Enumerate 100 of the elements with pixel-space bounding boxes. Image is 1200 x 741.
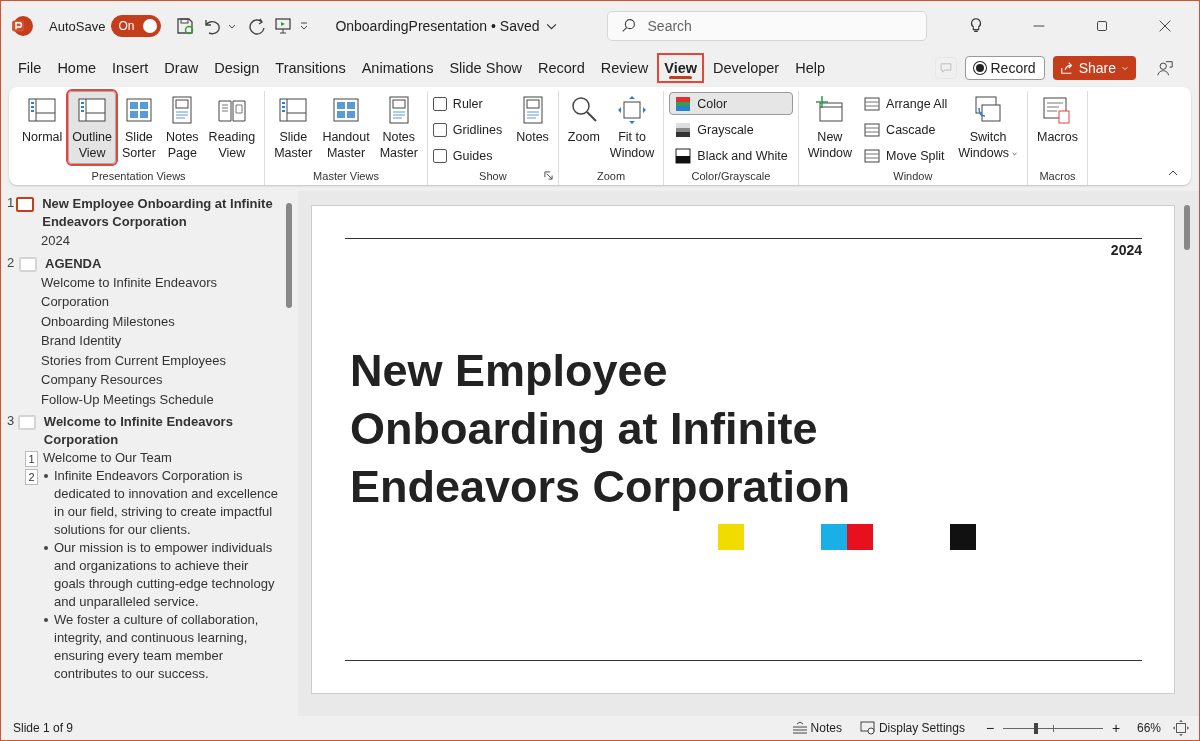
fit-slide-icon[interactable] bbox=[1173, 720, 1189, 736]
outline-bullet-text[interactable]: Our mission is to empower individuals and organizations to achieve their goals through cutting-edge technology and unparalleled service. bbox=[54, 539, 280, 611]
ribbon-large-button[interactable]: Outline View bbox=[68, 91, 116, 164]
zoom-level[interactable]: 66% bbox=[1136, 721, 1161, 735]
zoom-in-button[interactable]: + bbox=[1108, 720, 1123, 736]
outline-slide-title[interactable]: AGENDA bbox=[45, 254, 102, 273]
group-label: Presentation Views bbox=[91, 170, 186, 182]
ribbon-small-button[interactable]: Cascade bbox=[858, 118, 953, 141]
outline-text-line[interactable]: Welcome to Infinite Endeavors Corporation bbox=[7, 272, 280, 312]
autosave-toggle[interactable]: On bbox=[111, 15, 162, 37]
notes-button[interactable]: Notes bbox=[791, 721, 842, 735]
checkbox-option[interactable]: Gridlines bbox=[432, 118, 511, 141]
ribbon-tab[interactable]: Review bbox=[595, 55, 654, 81]
share-arrow-icon bbox=[1059, 61, 1074, 75]
ribbon-large-button[interactable]: Slide Master bbox=[270, 91, 317, 164]
outline-bullet-text[interactable]: We foster a culture of collaboration, integrity, and continuous learning, ensuring every team member contributes to our success. bbox=[54, 611, 280, 683]
ribbon-tab[interactable]: Help bbox=[790, 55, 830, 81]
ribbon-large-button[interactable]: Notes Master bbox=[375, 91, 422, 164]
ribbon-small-button[interactable]: Black and White bbox=[669, 144, 793, 167]
zoom-out-button[interactable]: − bbox=[982, 720, 997, 736]
ribbon-large-button[interactable]: Normal bbox=[18, 91, 67, 148]
zoom-slider-thumb[interactable] bbox=[1033, 722, 1038, 734]
ribbon-large-button[interactable]: Macros bbox=[1033, 91, 1082, 148]
ribbon-large-button[interactable]: Notes Page bbox=[161, 91, 203, 164]
outline-text-line[interactable]: Stories from Current Employees bbox=[7, 350, 280, 370]
ribbon-large-button[interactable]: New Window bbox=[803, 91, 857, 164]
ribbon-tab[interactable]: Design bbox=[209, 55, 265, 81]
search-input[interactable]: Search bbox=[645, 17, 910, 35]
checkbox-option[interactable]: Ruler bbox=[432, 92, 511, 115]
notes-pane-icon bbox=[791, 721, 808, 735]
ribbon-small-button[interactable]: Color bbox=[669, 92, 793, 115]
ribbon-tab[interactable]: Home bbox=[52, 55, 102, 81]
app-logo-icon bbox=[11, 15, 33, 37]
ribbon-large-button[interactable]: Switch Windows bbox=[954, 91, 1022, 164]
outline-text-line[interactable]: Onboarding Milestones bbox=[7, 311, 280, 331]
group-label: Window bbox=[893, 170, 933, 182]
autosave-label: AutoSave bbox=[49, 18, 106, 34]
caret-icon bbox=[1011, 150, 1018, 157]
ribbon-large-button[interactable]: Zoom bbox=[563, 91, 604, 148]
outline-slide-title[interactable]: Welcome to Infinite Endeavors Corporation bbox=[43, 413, 280, 449]
slide-title: New Employee Onboarding at Infinite Endeavors Corporation bbox=[350, 344, 852, 514]
ribbon-tab[interactable]: Animations bbox=[356, 55, 439, 81]
ribbon-large-button[interactable]: Fit to Window bbox=[605, 91, 659, 164]
outline-text-line[interactable]: Company Resources bbox=[7, 370, 280, 390]
people-icon[interactable] bbox=[1156, 59, 1174, 77]
fit-arrows-icon bbox=[616, 94, 649, 126]
ribbon-tab[interactable]: Developer bbox=[708, 55, 785, 81]
contrast-swatch-icon bbox=[674, 146, 693, 165]
ribbon-small-button[interactable]: Arrange All bbox=[858, 92, 953, 115]
outline-text-line[interactable]: Welcome to Our Team bbox=[43, 449, 172, 467]
redo-icon[interactable] bbox=[247, 16, 268, 36]
group-label: Zoom bbox=[597, 170, 626, 182]
outline-slide-title[interactable]: New Employee Onboarding at Infinite Endeavors Corporation bbox=[42, 195, 280, 231]
checkbox-option[interactable]: Guides bbox=[432, 144, 511, 167]
outline-text-line[interactable]: Brand Identity bbox=[7, 331, 280, 351]
ribbon-tab[interactable]: File bbox=[13, 55, 47, 81]
record-button[interactable]: Record bbox=[964, 56, 1045, 80]
color-swatch-icon bbox=[674, 94, 693, 113]
outline-bullet-text[interactable]: Infinite Endeavors Corporation is dedicated to innovation and excellence in our field, striving to create impactful solutions for our clients. bbox=[54, 467, 280, 539]
ribbon-tab[interactable]: Record bbox=[533, 55, 590, 81]
search-field[interactable]: Search bbox=[606, 11, 927, 41]
ribbon-large-button[interactable]: Handout Master bbox=[318, 91, 374, 164]
ribbon-large-button[interactable]: Reading View bbox=[204, 91, 260, 164]
group-label: Color/Grayscale bbox=[691, 170, 771, 182]
caret-icon bbox=[1121, 64, 1129, 72]
bullet-icon bbox=[44, 546, 48, 550]
customize-caret-icon[interactable] bbox=[299, 21, 310, 31]
ribbon-large-button[interactable]: Notes bbox=[512, 91, 553, 148]
ribbon-tab[interactable]: Insert bbox=[107, 55, 154, 81]
share-button[interactable]: Share bbox=[1052, 56, 1136, 80]
document-title[interactable]: OnboardingPresentation • Saved bbox=[335, 18, 557, 34]
grayscale-swatch-icon bbox=[674, 120, 693, 139]
bullet-icon bbox=[44, 618, 48, 622]
ribbon-small-button[interactable]: Move Split bbox=[858, 144, 953, 167]
slide-number: 3 bbox=[7, 413, 16, 428]
bullet-icon bbox=[44, 474, 48, 478]
ribbon-tab[interactable]: View bbox=[659, 55, 703, 81]
outline-text-line[interactable]: Follow-Up Meetings Schedule bbox=[7, 389, 280, 409]
group-label: Master Views bbox=[313, 170, 379, 182]
paragraph-number: 2 bbox=[25, 469, 38, 485]
group-label: Macros bbox=[1039, 170, 1076, 182]
slide-counter: Slide 1 of 9 bbox=[13, 721, 74, 735]
ribbon-tab[interactable]: Slide Show bbox=[444, 55, 527, 81]
outline-text-line[interactable]: 2024 bbox=[7, 231, 280, 251]
display-gear-icon bbox=[859, 721, 876, 735]
dialog-launcher-icon[interactable] bbox=[543, 171, 553, 180]
group-label: Show bbox=[479, 170, 507, 182]
slide-icon[interactable] bbox=[16, 197, 35, 212]
slide-number: 2 bbox=[7, 254, 16, 270]
ribbon-small-button[interactable]: Grayscale bbox=[669, 118, 793, 141]
paragraph-number: 1 bbox=[25, 451, 38, 467]
ribbon-tab[interactable]: Transitions bbox=[270, 55, 351, 81]
slide-number: 1 bbox=[7, 195, 15, 210]
presenter-icon[interactable] bbox=[273, 16, 294, 36]
ribbon-large-button[interactable]: Slide Sorter bbox=[117, 91, 160, 164]
display-settings-button[interactable]: Display Settings bbox=[859, 721, 965, 735]
ribbon-tab[interactable]: Draw bbox=[159, 55, 204, 81]
speech-bubble-icon bbox=[938, 61, 953, 75]
slide-date: 2024 bbox=[1109, 242, 1142, 258]
save-icon[interactable] bbox=[175, 16, 196, 36]
